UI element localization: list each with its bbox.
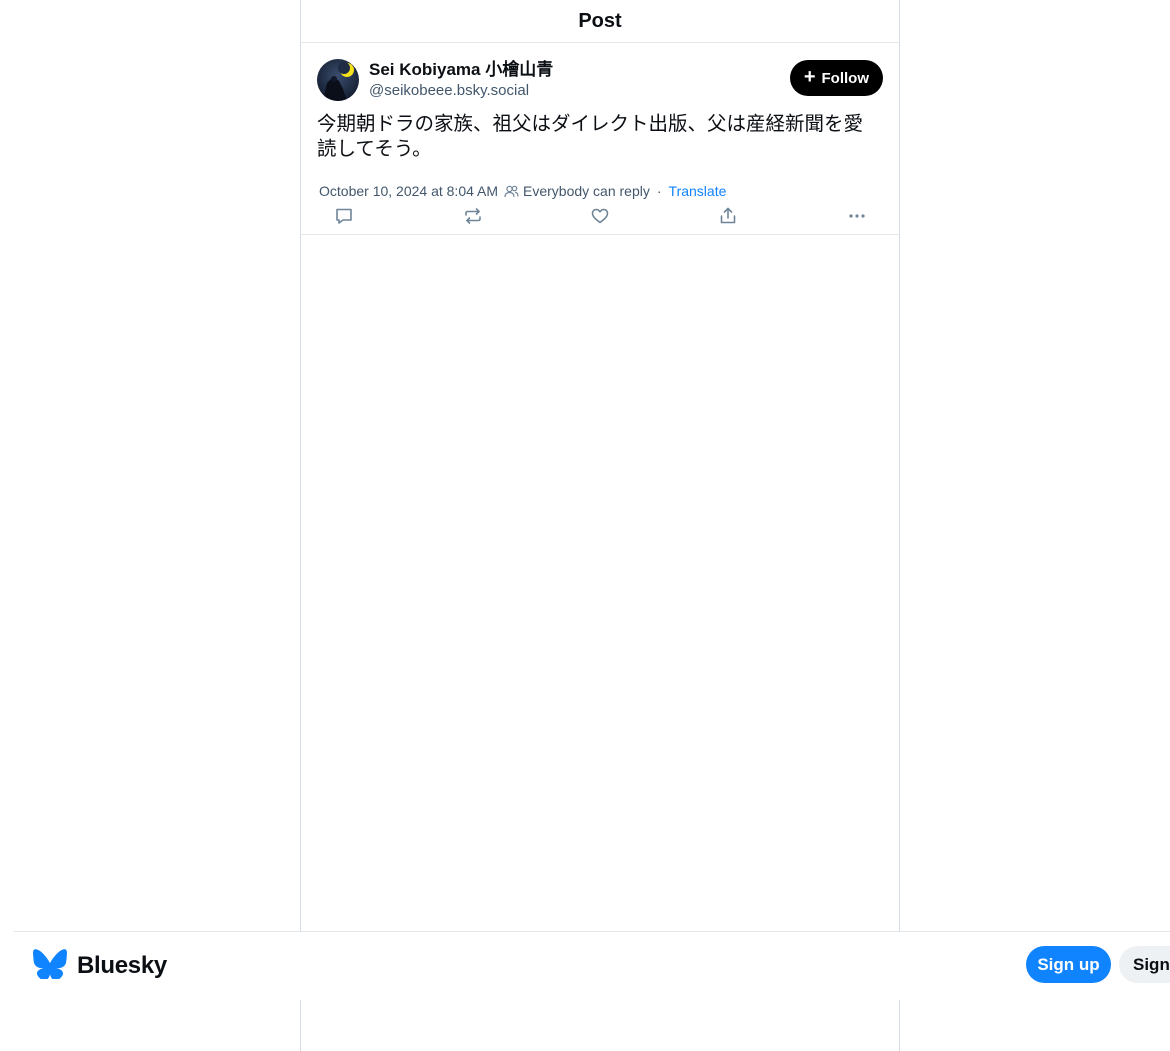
follow-button[interactable]: + Follow <box>789 60 883 96</box>
brand[interactable]: Bluesky <box>33 948 167 984</box>
people-icon <box>504 185 519 198</box>
meta-separator: · <box>656 183 662 199</box>
share-icon <box>718 206 738 231</box>
reply-setting: Everybody can reply <box>523 183 650 199</box>
post-timestamp[interactable]: October 10, 2024 at 8:04 AM <box>319 183 498 199</box>
share-button[interactable] <box>700 203 756 233</box>
main-column: Post Sei Kobiyama 小檜山青 @seikobeee.bsky.s… <box>300 0 900 1051</box>
post-actions <box>317 203 883 233</box>
reply-icon <box>334 206 354 231</box>
brand-name: Bluesky <box>77 952 167 979</box>
butterfly-logo-icon <box>33 948 67 984</box>
post-meta: October 10, 2024 at 8:04 AM Everybody ca… <box>317 181 883 201</box>
post-thread-item: Sei Kobiyama 小檜山青 @seikobeee.bsky.social… <box>301 43 899 235</box>
logged-out-bottom-bar: Bluesky Sign up Sign in <box>14 931 1170 1000</box>
repost-button[interactable] <box>445 203 501 233</box>
sign-in-button[interactable]: Sign in <box>1119 946 1170 983</box>
reply-button[interactable] <box>317 203 373 233</box>
author-info: Sei Kobiyama 小檜山青 @seikobeee.bsky.social <box>369 59 553 101</box>
page-title: Post <box>578 9 622 32</box>
sign-up-button[interactable]: Sign up <box>1026 946 1111 983</box>
post-text: 今期朝ドラの家族、祖父はダイレクト出版、父は産経新聞を愛読してそう。 <box>317 112 864 160</box>
repost-icon <box>463 206 483 231</box>
author-display-name[interactable]: Sei Kobiyama 小檜山青 <box>369 59 553 81</box>
author-handle[interactable]: @seikobeee.bsky.social <box>369 81 553 101</box>
plus-icon: + <box>803 65 816 88</box>
heart-icon <box>590 206 610 231</box>
translate-link[interactable]: Translate <box>669 183 727 199</box>
avatar[interactable] <box>317 59 359 101</box>
more-options-button[interactable] <box>827 203 883 233</box>
more-icon <box>847 206 867 231</box>
follow-label: Follow <box>821 69 870 87</box>
page-header: Post <box>301 0 899 43</box>
like-button[interactable] <box>572 203 628 233</box>
